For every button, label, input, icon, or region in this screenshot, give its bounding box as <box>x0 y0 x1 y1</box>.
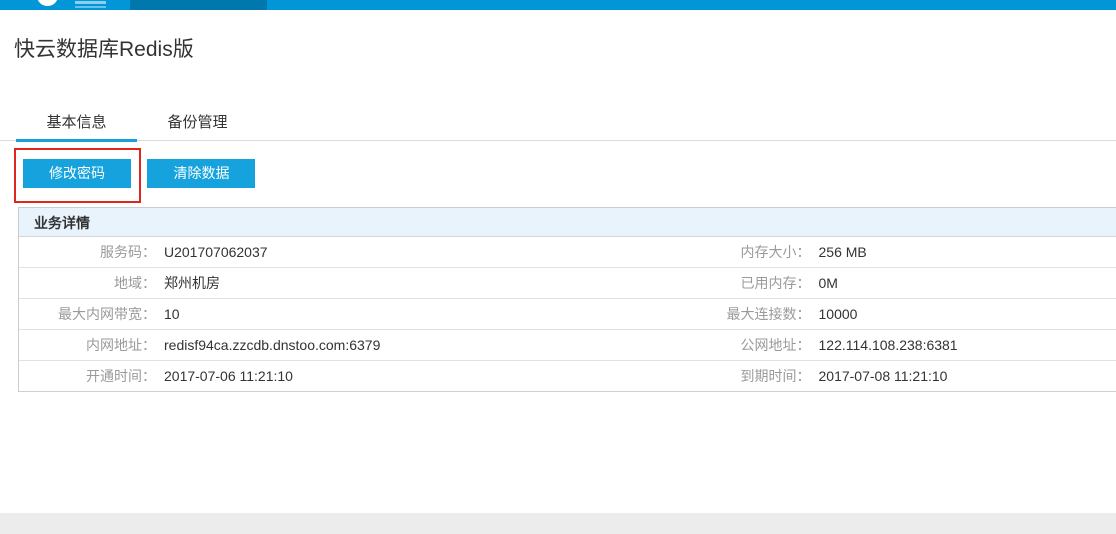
max-bandwidth-value: 10 <box>164 299 180 329</box>
max-bandwidth-label: 最大内网带宽： <box>19 299 156 329</box>
service-code-value: U201707062037 <box>164 237 268 267</box>
used-memory-label: 已用内存： <box>568 268 811 298</box>
top-nav-bar <box>0 0 1116 10</box>
change-password-button[interactable]: 修改密码 <box>23 159 131 188</box>
internal-address-label: 内网地址： <box>19 330 156 360</box>
open-time-label: 开通时间： <box>19 361 156 391</box>
max-connections-label: 最大连接数： <box>568 299 811 329</box>
panel-title: 业务详情 <box>19 207 1116 237</box>
table-row: 开通时间： 2017-07-06 11:21:10 到期时间： 2017-07-… <box>19 361 1116 392</box>
business-details-panel: 业务详情 服务码： U201707062037 内存大小： 256 MB 地域：… <box>18 207 1116 392</box>
used-memory-value: 0M <box>819 268 838 298</box>
table-row: 服务码： U201707062037 内存大小： 256 MB <box>19 237 1116 268</box>
page-title: 快云数据库Redis版 <box>14 36 1116 64</box>
toolbar: 修改密码 清除数据 <box>23 159 1116 188</box>
internal-address-value: redisf94ca.zzcdb.dnstoo.com:6379 <box>164 330 380 360</box>
public-address-value: 122.114.108.238:6381 <box>819 330 958 360</box>
public-address-label: 公网地址： <box>568 330 811 360</box>
max-connections-value: 10000 <box>819 299 858 329</box>
tab-basic-info[interactable]: 基本信息 <box>16 110 137 140</box>
tab-bar: 基本信息 备份管理 <box>0 110 1116 141</box>
footer-bar <box>0 513 1116 534</box>
brand-logo-icon[interactable] <box>37 0 58 6</box>
region-label: 地域： <box>19 268 156 298</box>
table-row: 最大内网带宽： 10 最大连接数： 10000 <box>19 299 1116 330</box>
clear-data-button[interactable]: 清除数据 <box>147 159 255 188</box>
expire-time-value: 2017-07-08 11:21:10 <box>819 361 948 391</box>
table-row: 内网地址： redisf94ca.zzcdb.dnstoo.com:6379 公… <box>19 330 1116 361</box>
service-code-label: 服务码： <box>19 237 156 267</box>
memory-size-label: 内存大小： <box>568 237 811 267</box>
table-row: 地域： 郑州机房 已用内存： 0M <box>19 268 1116 299</box>
memory-size-value: 256 MB <box>819 237 867 267</box>
region-value: 郑州机房 <box>164 268 220 298</box>
brand-name-text <box>75 1 106 4</box>
tab-backup-management[interactable]: 备份管理 <box>137 110 258 140</box>
expire-time-label: 到期时间： <box>568 361 811 391</box>
brand-subtext <box>75 6 106 8</box>
nav-active-item[interactable] <box>130 0 267 10</box>
open-time-value: 2017-07-06 11:21:10 <box>164 361 293 391</box>
